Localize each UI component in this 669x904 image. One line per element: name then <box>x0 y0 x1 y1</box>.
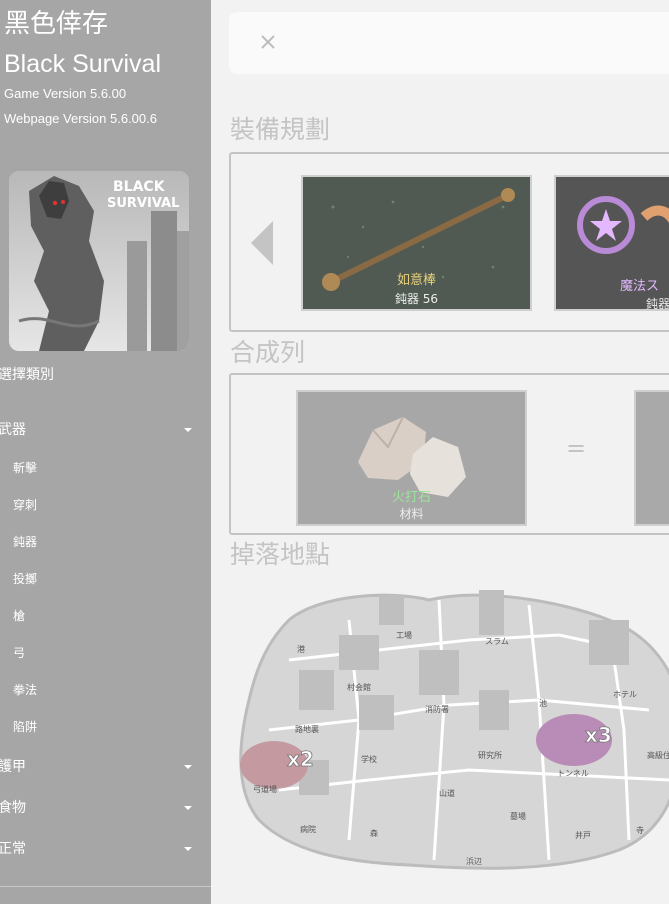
menu-armor[interactable]: 護甲 <box>0 755 211 779</box>
map-marker: x2 <box>287 747 314 771</box>
map-label: 寺 <box>636 826 644 835</box>
synthesis-card-meta: 材料 <box>399 507 424 521</box>
menu-weapon-bow[interactable]: 弓 <box>13 643 25 663</box>
app-subtitle: Black Survival <box>4 50 161 78</box>
map-label: 浜辺 <box>466 856 482 866</box>
menu-food[interactable]: 食物 <box>0 796 211 820</box>
synthesis-card-2[interactable] <box>634 390 669 526</box>
map-label: 学校 <box>361 754 377 764</box>
chevron-down-icon <box>184 765 192 769</box>
island-map-icon: 港 工場 スラム ホテル 村会館 消防署 池 路地裏 学校 研究所 高級住 弓道… <box>239 590 669 870</box>
search-bar[interactable] <box>229 12 669 74</box>
main-panel: 裝備規劃 如意棒 鈍器 56 魔法ス 鈍器 合成列 火打石 材料 = 掉落地點 … <box>211 0 669 904</box>
map-label: 森 <box>370 828 378 838</box>
map-label: 工場 <box>396 630 412 640</box>
drop-map[interactable]: 港 工場 スラム ホテル 村会館 消防署 池 路地裏 学校 研究所 高級住 弓道… <box>229 580 669 870</box>
app-title: 黑色倖存 <box>4 9 109 39</box>
sidebar-divider <box>0 886 211 887</box>
cover-logo-line1: BLACK <box>113 179 166 195</box>
map-label: 井戸 <box>575 830 591 840</box>
menu-misc-label: 正常 <box>0 841 26 857</box>
equipment-card-1[interactable]: 如意棒 鈍器 56 <box>301 175 532 311</box>
map-label: 山道 <box>439 788 455 798</box>
map-label: 弓道場 <box>253 784 277 794</box>
menu-weapon-trap[interactable]: 陷阱 <box>13 717 37 737</box>
equipment-card-meta: 鈍器 <box>646 297 669 311</box>
map-label: 池 <box>539 698 547 708</box>
game-version: Game Version 5.6.00 <box>4 86 127 101</box>
menu-armor-label: 護甲 <box>0 759 26 775</box>
map-label: 研究所 <box>478 750 502 760</box>
cover-art: BLACK SURVIVAL <box>9 171 189 351</box>
menu-weapon-fist[interactable]: 拳法 <box>13 680 37 700</box>
map-label: スラム <box>485 637 509 646</box>
equipment-card-name: 魔法ス <box>620 279 660 294</box>
equipment-card-name: 如意棒 <box>396 273 436 288</box>
menu-weapons-label: 武器 <box>0 422 26 438</box>
map-label: ホテル <box>613 690 637 699</box>
menu-weapon-throw[interactable]: 投擲 <box>13 569 37 589</box>
equals-operator: = <box>566 434 587 462</box>
close-icon[interactable] <box>259 33 277 51</box>
menu-weapons[interactable]: 武器 <box>0 418 211 442</box>
arrow-left-icon[interactable] <box>251 221 273 265</box>
map-label: 高級住 <box>647 750 669 760</box>
category-header: 選擇類別 <box>0 367 54 383</box>
menu-weapon-gun[interactable]: 槍 <box>13 606 25 626</box>
cover-logo-line2: SURVIVAL <box>107 196 179 211</box>
map-marker: x3 <box>585 723 612 747</box>
map-label: トンネル <box>557 769 589 778</box>
section-title-equipment: 裝備規劃 <box>230 115 331 144</box>
map-label: 病院 <box>300 824 316 834</box>
section-title-synthesis: 合成列 <box>230 338 306 367</box>
map-label: 路地裏 <box>295 724 319 734</box>
menu-weapon-blunt[interactable]: 鈍器 <box>13 532 37 552</box>
map-label: 墓場 <box>510 811 526 821</box>
map-label: 港 <box>297 644 305 654</box>
web-version: Webpage Version 5.6.00.6 <box>4 111 157 126</box>
synthesis-card-name: 火打石 <box>391 490 431 505</box>
chevron-down-icon <box>184 806 192 810</box>
equipment-card-meta: 鈍器 56 <box>394 292 439 306</box>
menu-weapon-pierce[interactable]: 穿刺 <box>13 495 37 515</box>
menu-weapon-slash[interactable]: 斬擊 <box>13 458 37 478</box>
chevron-down-icon <box>184 428 192 432</box>
chevron-down-icon <box>184 847 192 851</box>
menu-food-label: 食物 <box>0 800 26 816</box>
sidebar: 黑色倖存 Black Survival Game Version 5.6.00 … <box>0 0 211 904</box>
menu-misc[interactable]: 正常 <box>0 837 211 861</box>
equipment-card-2[interactable]: 魔法ス 鈍器 <box>554 175 669 311</box>
map-label: 村会館 <box>347 682 371 692</box>
synthesis-card-1[interactable]: 火打石 材料 <box>296 390 527 526</box>
map-label: 消防署 <box>425 704 449 714</box>
section-title-drop: 掉落地點 <box>230 540 331 569</box>
